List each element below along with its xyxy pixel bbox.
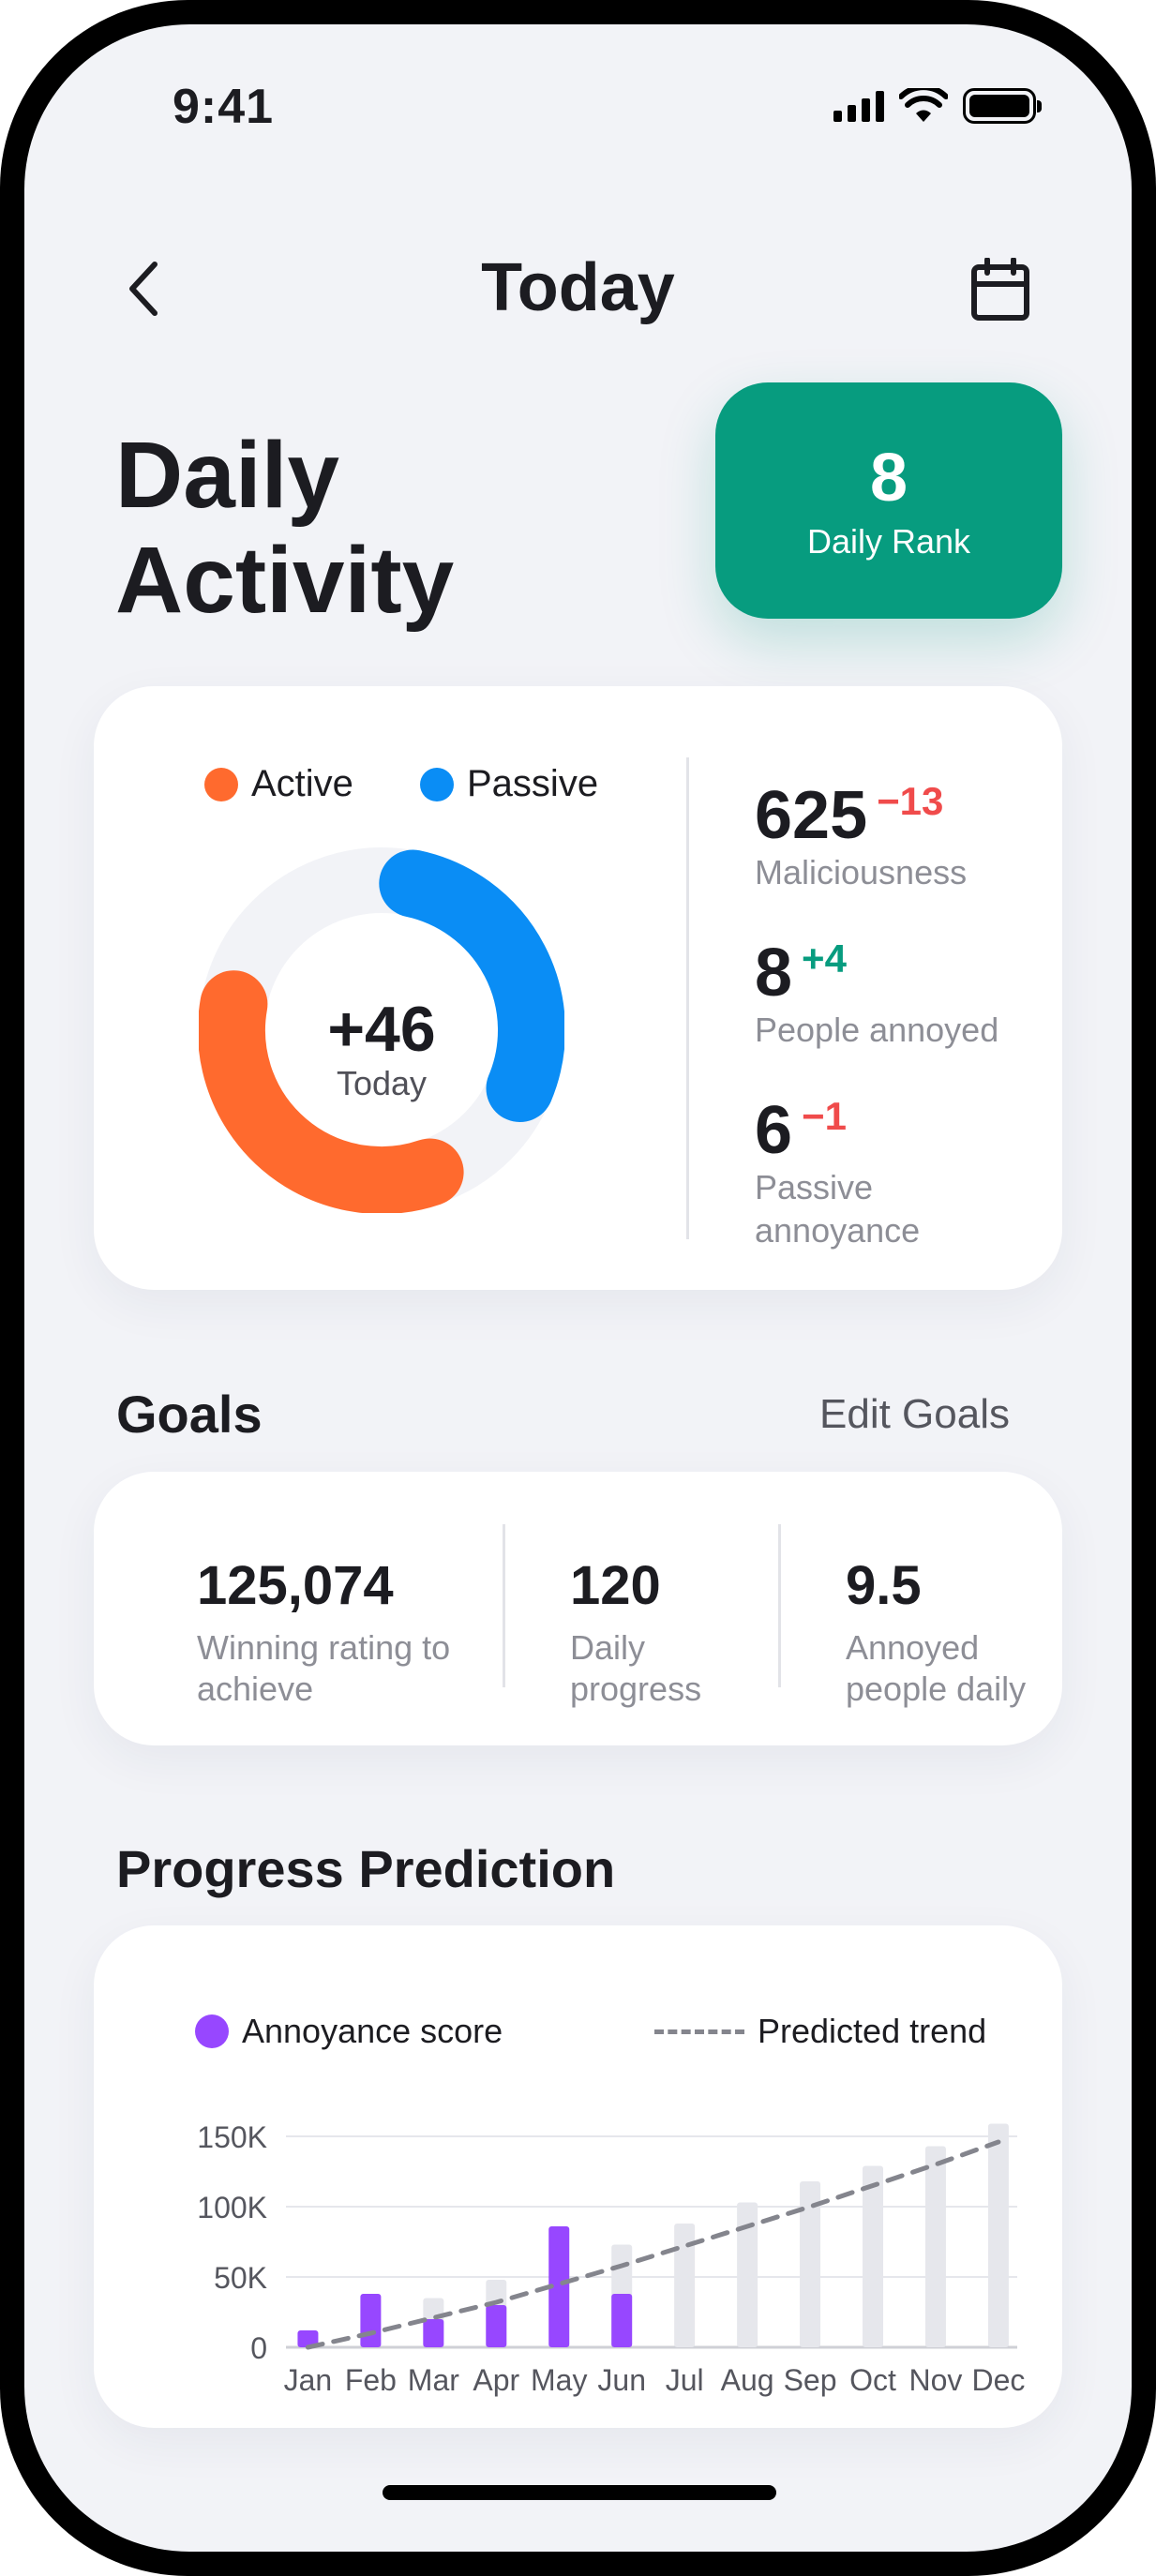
rank-value: 8 xyxy=(869,441,908,516)
predicted-trend-line xyxy=(305,2139,1001,2350)
x-tick-label: Jun xyxy=(597,2363,646,2397)
goal-value: 125,074 xyxy=(197,1555,394,1616)
donut-center: +46 Today xyxy=(199,996,564,1104)
legend-passive-label: Passive xyxy=(467,763,599,804)
goal-annoyed-people: 9.5 Annoyed people daily xyxy=(846,1556,1052,1710)
stats-divider xyxy=(686,757,689,1239)
annoyance-bar xyxy=(486,2305,507,2347)
goal-value: 120 xyxy=(570,1555,661,1616)
daily-activity-title: Daily Activity xyxy=(115,423,455,633)
calendar-icon xyxy=(971,258,1029,321)
wifi-icon xyxy=(899,88,948,122)
legend-active: Active xyxy=(204,763,353,805)
active-dot xyxy=(204,767,238,801)
stat-people-annoyed: 8 +4 People annoyed xyxy=(755,937,998,1052)
annoyance-bar xyxy=(611,2294,633,2347)
prediction-chart-card: Annoyance score Predicted trend 0 50K 100K… xyxy=(94,1925,1062,2428)
goal-value: 9.5 xyxy=(846,1555,922,1616)
goal-winning-rating: 125,074 Winning rating to achieve xyxy=(197,1556,478,1710)
annoyance-bar xyxy=(360,2294,382,2347)
x-tick-label: Dec xyxy=(971,2363,1025,2397)
x-tick-label: Aug xyxy=(721,2363,774,2397)
stat-label: People annoyed xyxy=(755,1011,999,1049)
x-tick-label: Jul xyxy=(666,2363,704,2397)
edit-goals-button[interactable]: Edit Goals xyxy=(819,1391,1010,1438)
stat-label: Maliciousness xyxy=(755,853,968,891)
goal-divider xyxy=(503,1524,505,1687)
status-time: 9:41 xyxy=(173,80,275,134)
calendar-button[interactable] xyxy=(963,249,1038,330)
x-tick-label: Jan xyxy=(284,2363,333,2397)
x-tick-label: Nov xyxy=(909,2363,963,2397)
screen: 9:41 Today Daily Activity 8 Daily Rank A… xyxy=(24,24,1132,2552)
home-indicator[interactable] xyxy=(383,2485,776,2500)
goal-daily-progress: 120 Daily progress xyxy=(570,1556,748,1710)
x-tick-label: Apr xyxy=(473,2363,519,2397)
goal-divider xyxy=(778,1524,781,1687)
battery-icon xyxy=(963,88,1042,124)
x-tick-label: Oct xyxy=(849,2363,896,2397)
y-tick-label: 0 xyxy=(250,2331,267,2365)
passive-dot xyxy=(420,767,454,801)
prediction-bar xyxy=(987,2123,1009,2347)
prediction-bar xyxy=(863,2165,884,2347)
y-tick-label: 150K xyxy=(197,2120,267,2154)
rank-label: Daily Rank xyxy=(806,522,971,561)
status-icons xyxy=(833,88,1042,124)
legend-passive: Passive xyxy=(420,763,598,805)
signal-icon xyxy=(833,90,884,122)
stat-value: 625 xyxy=(755,778,868,853)
x-tick-label: Sep xyxy=(784,2363,837,2397)
goal-label: Daily progress xyxy=(570,1628,702,1708)
x-tick-label: May xyxy=(531,2363,587,2397)
stat-change: −1 xyxy=(802,1094,847,1138)
goal-label: Winning rating to achieve xyxy=(197,1628,451,1708)
stat-label: Passive annoyance xyxy=(755,1168,921,1250)
donut-value: +46 xyxy=(327,994,436,1065)
stat-value: 6 xyxy=(755,1093,793,1168)
goals-card: 125,074 Winning rating to achieve 120 Da… xyxy=(94,1472,1062,1745)
phone-frame: 9:41 Today Daily Activity 8 Daily Rank A… xyxy=(0,0,1156,2576)
stat-change: +4 xyxy=(802,936,847,981)
prediction-bar xyxy=(924,2146,946,2347)
legend-active-label: Active xyxy=(251,763,353,804)
stat-change: −13 xyxy=(877,779,944,823)
y-tick-label: 50K xyxy=(214,2261,267,2295)
stat-passive-annoyance: 6 −1 Passive annoyance xyxy=(755,1095,998,1252)
activity-card: Active Passive +46 Today 625 −13 Malicio… xyxy=(94,686,1062,1290)
goal-label: Annoyed people daily xyxy=(846,1628,1027,1708)
progress-prediction-title: Progress Prediction xyxy=(116,1839,616,1898)
donut-label: Today xyxy=(336,1064,428,1102)
annoyance-bar xyxy=(423,2319,444,2347)
stat-value: 8 xyxy=(755,936,793,1011)
x-tick-label: Mar xyxy=(408,2363,459,2397)
x-tick-label: Feb xyxy=(345,2363,397,2397)
daily-rank-card[interactable]: 8 Daily Rank xyxy=(715,382,1062,619)
stat-maliciousness: 625 −13 Maliciousness xyxy=(755,780,967,894)
y-tick-label: 100K xyxy=(197,2191,267,2224)
prediction-bar-chart: 0 50K 100K 150K Jan Feb Mar Apr May Jun Jul Aug Sep O… xyxy=(197,2120,1025,2397)
goals-title: Goals xyxy=(116,1385,263,1444)
